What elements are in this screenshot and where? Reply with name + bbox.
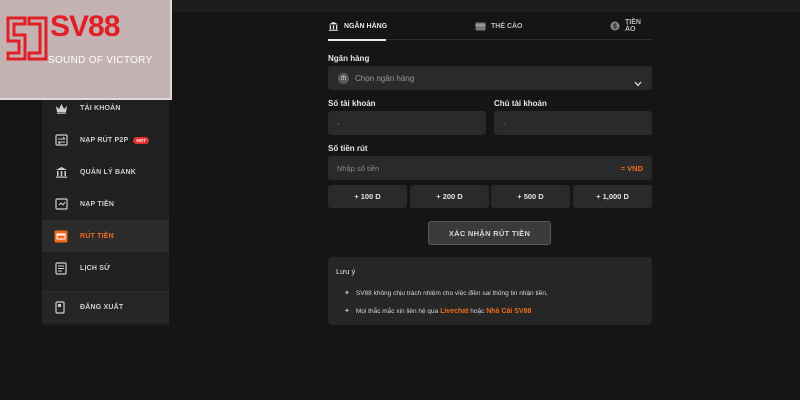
home-link[interactable]: Nhà Cái SV88 (486, 308, 531, 315)
transfer-icon (54, 133, 68, 147)
notice-line-2-middle: hoặc (470, 307, 485, 315)
deposit-icon (54, 197, 68, 211)
sidebar-item-label: RÚT TIỀN (80, 232, 114, 240)
notice-title: Lưu ý (336, 267, 356, 276)
sidebar-item-label: TÀI KHOẢN (80, 104, 121, 112)
notice-line-2: ✦ Mọi thắc mắc xin liên hệ qua Livechat … (344, 307, 531, 316)
amount-placeholder: Nhập số tiền (337, 163, 380, 173)
sidebar-item-label: NẠP TIỀN (80, 200, 115, 208)
tab-label: TIỀN ẢO (625, 19, 641, 33)
notice-line-1: ✦ SV88 không chịu trách nhiệm cho việc đ… (344, 289, 548, 298)
account-holder-value: - (503, 118, 506, 128)
sidebar-item-p2p[interactable]: NẠP RÚT P2P HOT (42, 124, 169, 156)
bank-icon (328, 21, 339, 31)
account-number-field[interactable]: - (328, 111, 486, 135)
withdraw-icon (54, 229, 68, 243)
notice-line-2-prefix: Mọi thắc mắc xin liên hệ qua (355, 307, 439, 315)
account-holder-label: Chủ tài khoản (494, 99, 547, 108)
account-number-value: - (337, 118, 340, 128)
bank-icon (338, 72, 349, 84)
amount-label: Số tiền rút (328, 144, 368, 153)
quick-amount-200[interactable]: + 200 D (410, 185, 489, 208)
crown-icon (54, 101, 68, 115)
tab-label: NGÂN HÀNG (344, 22, 388, 30)
sidebar-item-label: NẠP RÚT P2P (80, 136, 129, 144)
coin-icon: $ (610, 21, 620, 31)
bank-select-placeholder: Chọn ngân hàng (355, 73, 415, 83)
quick-amount-1000[interactable]: + 1,000 D (573, 185, 652, 208)
brand-logo-overlay: SV88 SOUND OF VICTORY (0, 0, 172, 100)
brand-name: SV88 (50, 10, 120, 43)
amount-input[interactable]: Nhập số tiền = VND (328, 156, 652, 180)
svg-text:$: $ (613, 24, 617, 31)
logout-label: ĐĂNG XUẤT (80, 304, 124, 311)
tab-card[interactable]: THẺ CÀO (475, 12, 523, 40)
sidebar-item-bank[interactable]: QUẢN LÝ BANK (42, 156, 169, 188)
bank-label: Ngân hàng (328, 54, 370, 63)
brand-tagline: SOUND OF VICTORY (48, 55, 153, 66)
hot-badge: HOT (133, 136, 149, 144)
card-icon (475, 22, 486, 31)
logout-button[interactable]: ĐĂNG XUẤT (42, 291, 169, 323)
confirm-withdraw-button[interactable]: XÁC NHẬN RÚT TIỀN (428, 221, 551, 245)
account-holder-field[interactable]: - (494, 111, 652, 135)
history-icon (54, 261, 68, 275)
tab-active-indicator (328, 39, 386, 41)
sidebar-item-withdraw[interactable]: RÚT TIỀN (42, 220, 169, 252)
bullet-icon: ✦ (344, 308, 350, 315)
amount-unit: = VND (620, 163, 643, 173)
bullet-icon: ✦ (344, 290, 350, 297)
sidebar-item-deposit[interactable]: NẠP TIỀN (42, 188, 169, 220)
quick-amount-500[interactable]: + 500 D (491, 185, 570, 208)
sidebar-item-history[interactable]: LỊCH SỬ (42, 252, 169, 284)
chevron-down-icon (634, 74, 642, 92)
bank-icon (54, 165, 68, 179)
withdraw-method-tabs: NGÂN HÀNG THẺ CÀO $ TIỀN ẢO (328, 12, 652, 41)
sidebar-item-label: QUẢN LÝ BANK (80, 168, 137, 176)
notice-line-1-text: SV88 không chịu trách nhiệm cho việc điề… (355, 289, 548, 297)
sidebar-item-label: LỊCH SỬ (80, 264, 111, 272)
account-number-label: Số tài khoản (328, 99, 376, 108)
notice-box: Lưu ý ✦ SV88 không chịu trách nhiệm cho … (328, 257, 652, 325)
logo-mark-icon (6, 16, 48, 61)
tab-label: THẺ CÀO (491, 22, 523, 30)
livechat-link[interactable]: Livechat (440, 308, 468, 315)
bank-select[interactable]: Chọn ngân hàng (328, 66, 652, 90)
quick-amount-100[interactable]: + 100 D (328, 185, 407, 208)
tab-crypto[interactable]: $ TIỀN ẢO (610, 12, 652, 40)
tab-bank[interactable]: NGÂN HÀNG (328, 12, 388, 41)
logout-icon (54, 301, 68, 315)
